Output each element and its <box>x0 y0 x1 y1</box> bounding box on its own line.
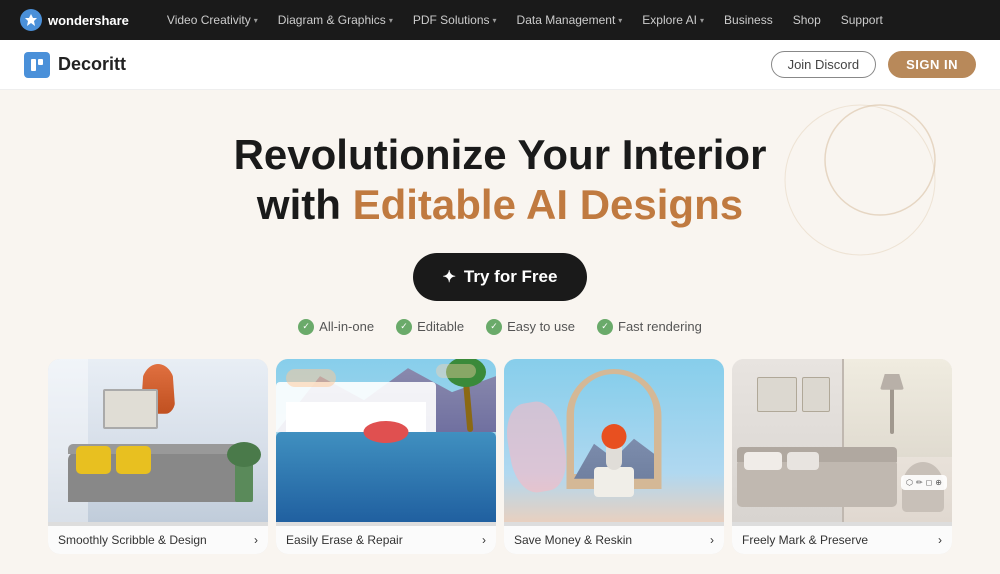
pool-water <box>276 432 496 522</box>
card-label-3: Save Money & Reskin › <box>504 526 724 554</box>
cherry-blossoms <box>504 398 571 496</box>
hero-title-line2-pre: with <box>257 181 353 228</box>
check-icon-1: ✓ <box>298 319 314 335</box>
card-label-2: Easily Erase & Repair › <box>276 526 496 554</box>
feature-label-4: Fast rendering <box>618 319 702 334</box>
flower <box>602 424 627 449</box>
nav-link-pdf[interactable]: PDF Solutions ▾ <box>405 9 505 31</box>
check-icon-3: ✓ <box>486 319 502 335</box>
pool-float <box>364 421 409 443</box>
wall-art-right <box>802 377 830 412</box>
chevron-down-icon: ▾ <box>493 16 497 25</box>
floor-lamp <box>890 374 894 434</box>
check-icon-2: ✓ <box>396 319 412 335</box>
card-save-reskin[interactable]: Save Money & Reskin › <box>504 359 724 554</box>
feature-editable: ✓ Editable <box>396 319 464 335</box>
card-text-4: Freely Mark & Preserve <box>742 533 868 547</box>
feature-label-1: All-in-one <box>319 319 374 334</box>
chevron-down-icon: ▾ <box>618 16 622 25</box>
chevron-down-icon: ▾ <box>254 16 258 25</box>
sofa-room-illustration <box>48 359 268 522</box>
card-text-3: Save Money & Reskin <box>514 533 632 547</box>
try-free-label: Try for Free <box>464 267 558 287</box>
top-navigation: wondershare Video Creativity ▾ Diagram &… <box>0 0 1000 40</box>
nav-link-support[interactable]: Support <box>833 9 891 31</box>
join-discord-button[interactable]: Join Discord <box>771 51 877 78</box>
hero-title-accent: Editable AI Designs <box>353 181 744 228</box>
card-mark-preserve[interactable]: ⬡ ✏ ◻ ⊕ Freely Mark & Preserve › <box>732 359 952 554</box>
building <box>276 382 436 432</box>
decoritt-brand-text: Decoritt <box>58 54 126 75</box>
arrow-icon-3: › <box>710 533 714 547</box>
feature-label-3: Easy to use <box>507 319 575 334</box>
decoritt-icon <box>24 52 50 78</box>
toolbar-icon-2: ✏ <box>916 478 923 487</box>
toolbar-icon-4: ⊕ <box>935 478 942 487</box>
feature-fast-rendering: ✓ Fast rendering <box>597 319 702 335</box>
pillow-2 <box>787 452 819 470</box>
cloud-2 <box>436 364 476 378</box>
card-text-1: Smoothly Scribble & Design <box>58 533 207 547</box>
nav-link-shop[interactable]: Shop <box>785 9 829 31</box>
feature-cards-row: Smoothly Scribble & Design › <box>20 359 980 554</box>
nav-link-video-creativity[interactable]: Video Creativity ▾ <box>159 9 266 31</box>
pillow-1 <box>744 452 782 470</box>
sign-in-button[interactable]: SIGN IN <box>888 51 976 78</box>
nav-link-explore-ai[interactable]: Explore AI ▾ <box>634 9 712 31</box>
toolbar-icon-3: ◻ <box>926 478 933 487</box>
decoritt-logo[interactable]: Decoritt <box>24 52 126 78</box>
nav-link-diagram[interactable]: Diagram & Graphics ▾ <box>270 9 401 31</box>
feature-label-2: Editable <box>417 319 464 334</box>
bedroom-scene-illustration <box>732 359 952 522</box>
cushion-1 <box>76 446 111 474</box>
arch-scene-illustration <box>504 359 724 522</box>
sparkle-icon: ✦ <box>443 267 456 287</box>
arrow-icon-4: › <box>938 533 942 547</box>
toolbar-icon-1: ⬡ <box>906 478 913 487</box>
card-erase-repair[interactable]: Easily Erase & Repair › <box>276 359 496 554</box>
hero-section: Revolutionize Your Interior with Editabl… <box>0 90 1000 574</box>
arrow-icon-2: › <box>482 533 486 547</box>
pool-scene-illustration <box>276 359 496 522</box>
card-scribble-design[interactable]: Smoothly Scribble & Design › <box>48 359 268 554</box>
plant <box>235 462 253 502</box>
wall-art-left <box>757 377 797 412</box>
check-icon-4: ✓ <box>597 319 613 335</box>
chevron-down-icon: ▾ <box>389 16 393 25</box>
card-label-1: Smoothly Scribble & Design › <box>48 526 268 554</box>
chevron-down-icon: ▾ <box>700 16 704 25</box>
top-nav-links: Video Creativity ▾ Diagram & Graphics ▾ … <box>159 9 891 31</box>
cloud-1 <box>286 369 336 387</box>
wall-art <box>103 389 158 429</box>
wondershare-brand-text: wondershare <box>48 13 129 28</box>
card-text-2: Easily Erase & Repair <box>286 533 403 547</box>
hero-title: Revolutionize Your Interior with Editabl… <box>20 130 980 231</box>
secondary-navigation: Decoritt Join Discord SIGN IN <box>0 40 1000 90</box>
nav-link-business[interactable]: Business <box>716 9 781 31</box>
try-for-free-button[interactable]: ✦ Try for Free <box>413 253 588 301</box>
feature-all-in-one: ✓ All-in-one <box>298 319 374 335</box>
nav-action-buttons: Join Discord SIGN IN <box>771 51 976 78</box>
feature-tags: ✓ All-in-one ✓ Editable ✓ Easy to use ✓ … <box>20 319 980 335</box>
arrow-icon-1: › <box>254 533 258 547</box>
cushion-2 <box>116 446 151 474</box>
pedestal <box>594 467 634 497</box>
ws-logo-icon <box>20 9 42 31</box>
card-label-4: Freely Mark & Preserve › <box>732 526 952 554</box>
wondershare-logo[interactable]: wondershare <box>20 9 129 31</box>
hero-title-line1: Revolutionize Your Interior <box>234 131 767 178</box>
toolbar-overlay: ⬡ ✏ ◻ ⊕ <box>901 475 947 490</box>
nav-link-data[interactable]: Data Management ▾ <box>509 9 631 31</box>
feature-easy-to-use: ✓ Easy to use <box>486 319 575 335</box>
